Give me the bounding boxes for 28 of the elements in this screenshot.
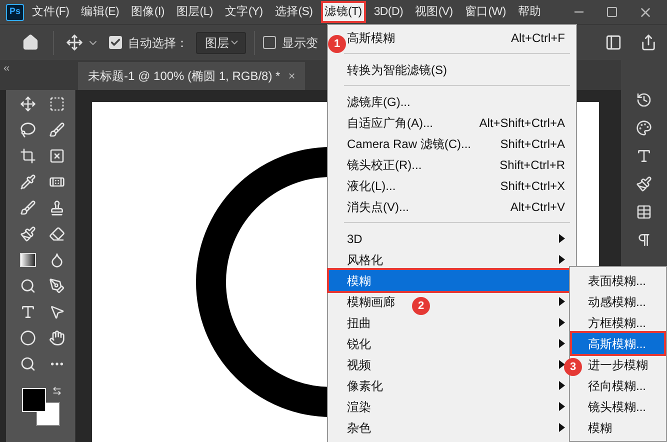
shortcut-label: Shift+Ctrl+R (500, 156, 565, 174)
shortcut-label: Shift+Ctrl+X (500, 178, 565, 194)
app-logo: Ps (6, 4, 24, 20)
menu-item-label: 消失点(V)... (347, 198, 409, 216)
shortcut-label: Alt+Ctrl+F (510, 30, 565, 46)
menu-item-label: 自适应广角(A)... (347, 114, 433, 132)
menu-item-label: 镜头校正(R)... (347, 156, 422, 174)
auto-select-label: 自动选择： (128, 34, 188, 52)
menu-item-label: 液化(L)... (347, 178, 396, 194)
menu-item-label: 转换为智能滤镜(S) (347, 62, 447, 78)
menu-item-label: 高斯模糊 (347, 30, 395, 46)
menu-item-label: 杂色 (347, 420, 371, 436)
menu-item-label: Camera Raw 滤镜(C)... (347, 136, 472, 152)
menu-item-label: 模糊画廊 (347, 294, 395, 310)
show-transform-label: 显示变 (282, 34, 318, 52)
menu-item-label: 渲染 (347, 398, 371, 416)
menu-item-label: 像素化 (347, 378, 383, 394)
menu-item-label: 3D (347, 230, 362, 248)
shortcut-label: Alt+Ctrl+V (510, 198, 565, 216)
menu-item-label: 视频 (347, 356, 371, 374)
menu-item-label: 模糊 (347, 272, 371, 290)
menu-item-label: 风格化 (347, 252, 383, 268)
menu-item-label: 扭曲 (347, 314, 371, 332)
menu-item-label: 锐化 (347, 336, 371, 352)
menu-item-label: 滤镜库(G)... (347, 94, 410, 110)
document-title: 未标题-1 @ 100% (椭圆 1, RGB/8) * (88, 68, 280, 85)
shortcut-label: Alt+Shift+Ctrl+A (479, 114, 565, 132)
shortcut-label: Shift+Ctrl+A (500, 136, 565, 152)
